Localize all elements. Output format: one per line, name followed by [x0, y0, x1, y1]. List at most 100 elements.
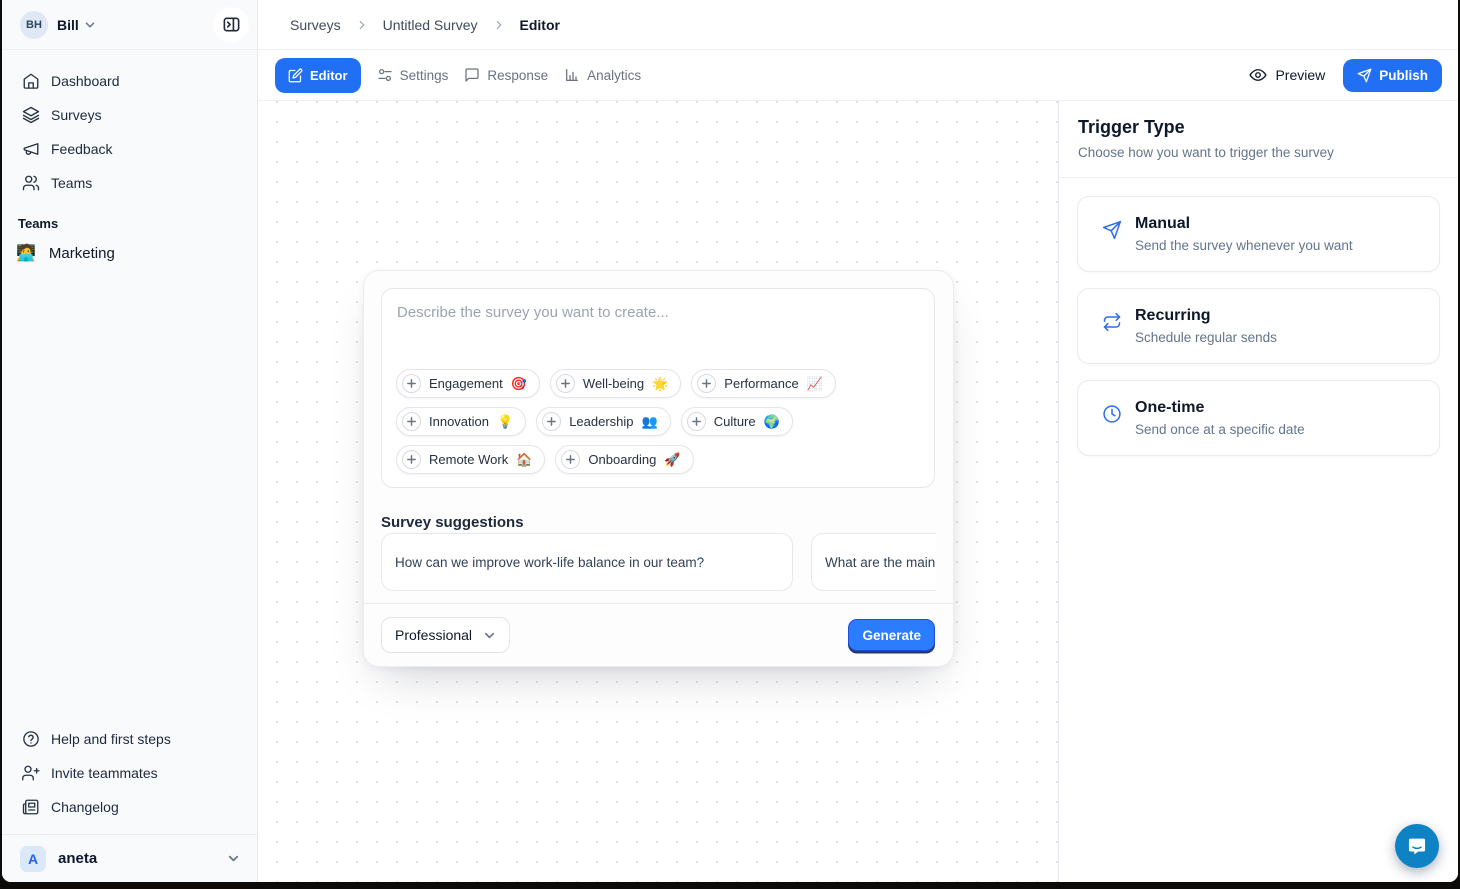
account-menu[interactable]: A aneta — [2, 834, 257, 882]
sidebar-collapse-button[interactable] — [213, 7, 249, 43]
chip-label: Engagement — [429, 376, 503, 391]
globe-emoji-icon: 🌍 — [764, 414, 780, 430]
tone-select[interactable]: Professional — [381, 617, 510, 653]
sidebar-footer: Help and first steps Invite teammates Ch… — [2, 716, 257, 834]
preview-button[interactable]: Preview — [1249, 66, 1325, 84]
sidebar-section-teams-label: Teams — [2, 204, 257, 235]
tab-label: Response — [487, 68, 548, 83]
workspace-avatar[interactable]: BH — [20, 11, 48, 39]
chip-label: Onboarding — [588, 452, 656, 467]
repeat-icon — [1102, 312, 1122, 332]
trigger-option-manual[interactable]: Manual Send the survey whenever you want — [1077, 196, 1440, 272]
user-plus-icon — [22, 764, 40, 782]
plus-icon — [402, 374, 421, 393]
dart-emoji-icon: 🎯 — [511, 376, 527, 392]
message-square-icon — [464, 67, 480, 83]
prompt-input-card: Engagement 🎯 Well-being 🌟 Performance — [381, 288, 935, 488]
sidebar-item-label: Surveys — [51, 107, 102, 123]
account-avatar: A — [20, 846, 46, 872]
sidebar-item-label: Feedback — [51, 141, 112, 157]
tab-response[interactable]: Response — [464, 67, 548, 83]
main-column: Surveys Untitled Survey Editor Editor — [258, 0, 1458, 882]
plus-icon — [542, 412, 561, 431]
sidebar-item-surveys[interactable]: Surveys — [12, 98, 247, 132]
chart-emoji-icon: 📈 — [807, 376, 823, 392]
people-emoji-icon: 👥 — [642, 414, 658, 430]
chevron-right-icon — [355, 18, 369, 32]
breadcrumb-untitled-survey[interactable]: Untitled Survey — [383, 17, 478, 33]
sidebar-item-invite[interactable]: Invite teammates — [12, 756, 247, 790]
suggestions-title: Survey suggestions — [381, 514, 524, 531]
publish-button[interactable]: Publish — [1343, 59, 1442, 92]
bar-chart-icon — [564, 67, 580, 83]
chevron-down-icon — [226, 851, 241, 866]
chat-bubble-icon — [1406, 835, 1428, 857]
trigger-panel-header: Trigger Type Choose how you want to trig… — [1059, 101, 1458, 178]
tab-settings[interactable]: Settings — [377, 67, 449, 83]
chip-label: Culture — [714, 414, 756, 429]
plus-icon — [402, 450, 421, 469]
survey-composer-card: Engagement 🎯 Well-being 🌟 Performance — [363, 270, 954, 667]
generate-button[interactable]: Generate — [848, 619, 935, 651]
sidebar-item-feedback[interactable]: Feedback — [12, 132, 247, 166]
tab-editor[interactable]: Editor — [275, 58, 361, 93]
breadcrumb-surveys[interactable]: Surveys — [290, 17, 341, 33]
option-title: Manual — [1135, 215, 1353, 233]
eye-icon — [1249, 66, 1267, 84]
chip-performance[interactable]: Performance 📈 — [691, 369, 836, 398]
layers-icon — [22, 106, 40, 124]
chip-leadership[interactable]: Leadership 👥 — [536, 407, 671, 436]
panel-collapse-icon — [222, 15, 241, 34]
chip-culture[interactable]: Culture 🌍 — [681, 407, 793, 436]
chip-engagement[interactable]: Engagement 🎯 — [396, 369, 540, 398]
sidebar-item-label: Changelog — [51, 799, 119, 815]
breadcrumb-editor: Editor — [520, 17, 560, 33]
composer-footer: Professional Generate — [364, 603, 953, 666]
plus-icon — [561, 450, 580, 469]
option-description: Send the survey whenever you want — [1135, 238, 1353, 253]
workspace-name[interactable]: Bill — [57, 17, 79, 33]
sidebar-header: BH Bill — [2, 0, 257, 50]
chat-launcher-button[interactable] — [1395, 824, 1439, 868]
clock-icon — [1102, 404, 1122, 424]
account-name: aneta — [58, 850, 97, 867]
app-window: BH Bill Dashboard Surv — [2, 0, 1458, 882]
tab-label: Settings — [400, 68, 449, 83]
editor-toolbar: Editor Settings Response Analytics — [258, 50, 1458, 101]
chip-well-being[interactable]: Well-being 🌟 — [550, 369, 681, 398]
topic-chips: Engagement 🎯 Well-being 🌟 Performance — [396, 369, 922, 474]
suggestion-card[interactable]: How can we improve work-life balance in … — [381, 533, 793, 591]
tab-label: Editor — [310, 68, 348, 83]
chip-innovation[interactable]: Innovation 💡 — [396, 407, 526, 436]
chip-label: Remote Work — [429, 452, 508, 467]
star-emoji-icon: 🌟 — [652, 376, 668, 392]
trigger-type-panel: Trigger Type Choose how you want to trig… — [1058, 101, 1458, 882]
suggestion-card[interactable]: What are the main ob — [811, 533, 936, 591]
edit-icon — [288, 68, 303, 83]
trigger-option-one-time[interactable]: One-time Send once at a specific date — [1077, 380, 1440, 456]
sidebar-item-dashboard[interactable]: Dashboard — [12, 64, 247, 98]
trigger-option-recurring[interactable]: Recurring Schedule regular sends — [1077, 288, 1440, 364]
sidebar-item-help[interactable]: Help and first steps — [12, 722, 247, 756]
sidebar-item-label: Invite teammates — [51, 765, 158, 781]
megaphone-icon — [22, 140, 40, 158]
chip-remote-work[interactable]: Remote Work 🏠 — [396, 445, 545, 474]
sidebar-item-changelog[interactable]: Changelog — [12, 790, 247, 824]
chip-onboarding[interactable]: Onboarding 🚀 — [555, 445, 693, 474]
plus-icon — [556, 374, 575, 393]
sidebar-team-marketing[interactable]: 🧑‍💻 Marketing — [2, 235, 257, 271]
sliders-icon — [377, 67, 393, 83]
sidebar-item-teams[interactable]: Teams — [12, 166, 247, 200]
option-title: Recurring — [1135, 307, 1277, 325]
editor-canvas[interactable]: Engagement 🎯 Well-being 🌟 Performance — [258, 101, 1058, 882]
sidebar-spacer — [2, 271, 257, 716]
breadcrumb: Surveys Untitled Survey Editor — [258, 0, 1458, 50]
technologist-emoji-icon: 🧑‍💻 — [16, 243, 36, 263]
chevron-down-icon[interactable] — [83, 18, 97, 32]
sidebar-item-label: Dashboard — [51, 73, 120, 89]
option-description: Schedule regular sends — [1135, 330, 1277, 345]
tab-label: Analytics — [587, 68, 641, 83]
tab-analytics[interactable]: Analytics — [564, 67, 641, 83]
send-icon — [1102, 220, 1122, 240]
suggestions-row: How can we improve work-life balance in … — [381, 533, 936, 593]
